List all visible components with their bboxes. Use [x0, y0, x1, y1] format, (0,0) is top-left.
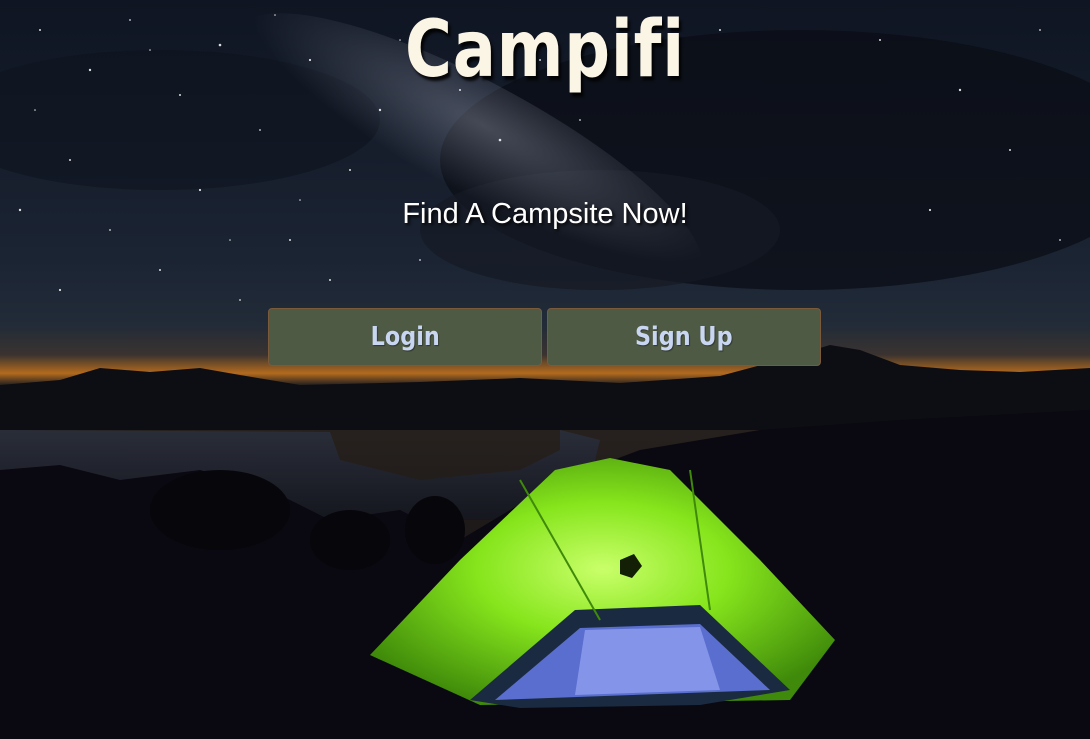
tagline: Find A Campsite Now!	[402, 198, 688, 230]
login-button-label: Login	[370, 322, 440, 352]
sign-up-button-label: Sign Up	[635, 322, 733, 352]
night-campsite-background	[0, 0, 1090, 739]
landing-page: Campifi Find A Campsite Now! Login Sign …	[0, 0, 1090, 739]
login-button[interactable]: Login	[268, 308, 542, 366]
sign-up-button[interactable]: Sign Up	[547, 308, 821, 366]
app-title: Campifi	[405, 5, 685, 95]
auth-button-group: Login Sign Up	[268, 308, 822, 368]
